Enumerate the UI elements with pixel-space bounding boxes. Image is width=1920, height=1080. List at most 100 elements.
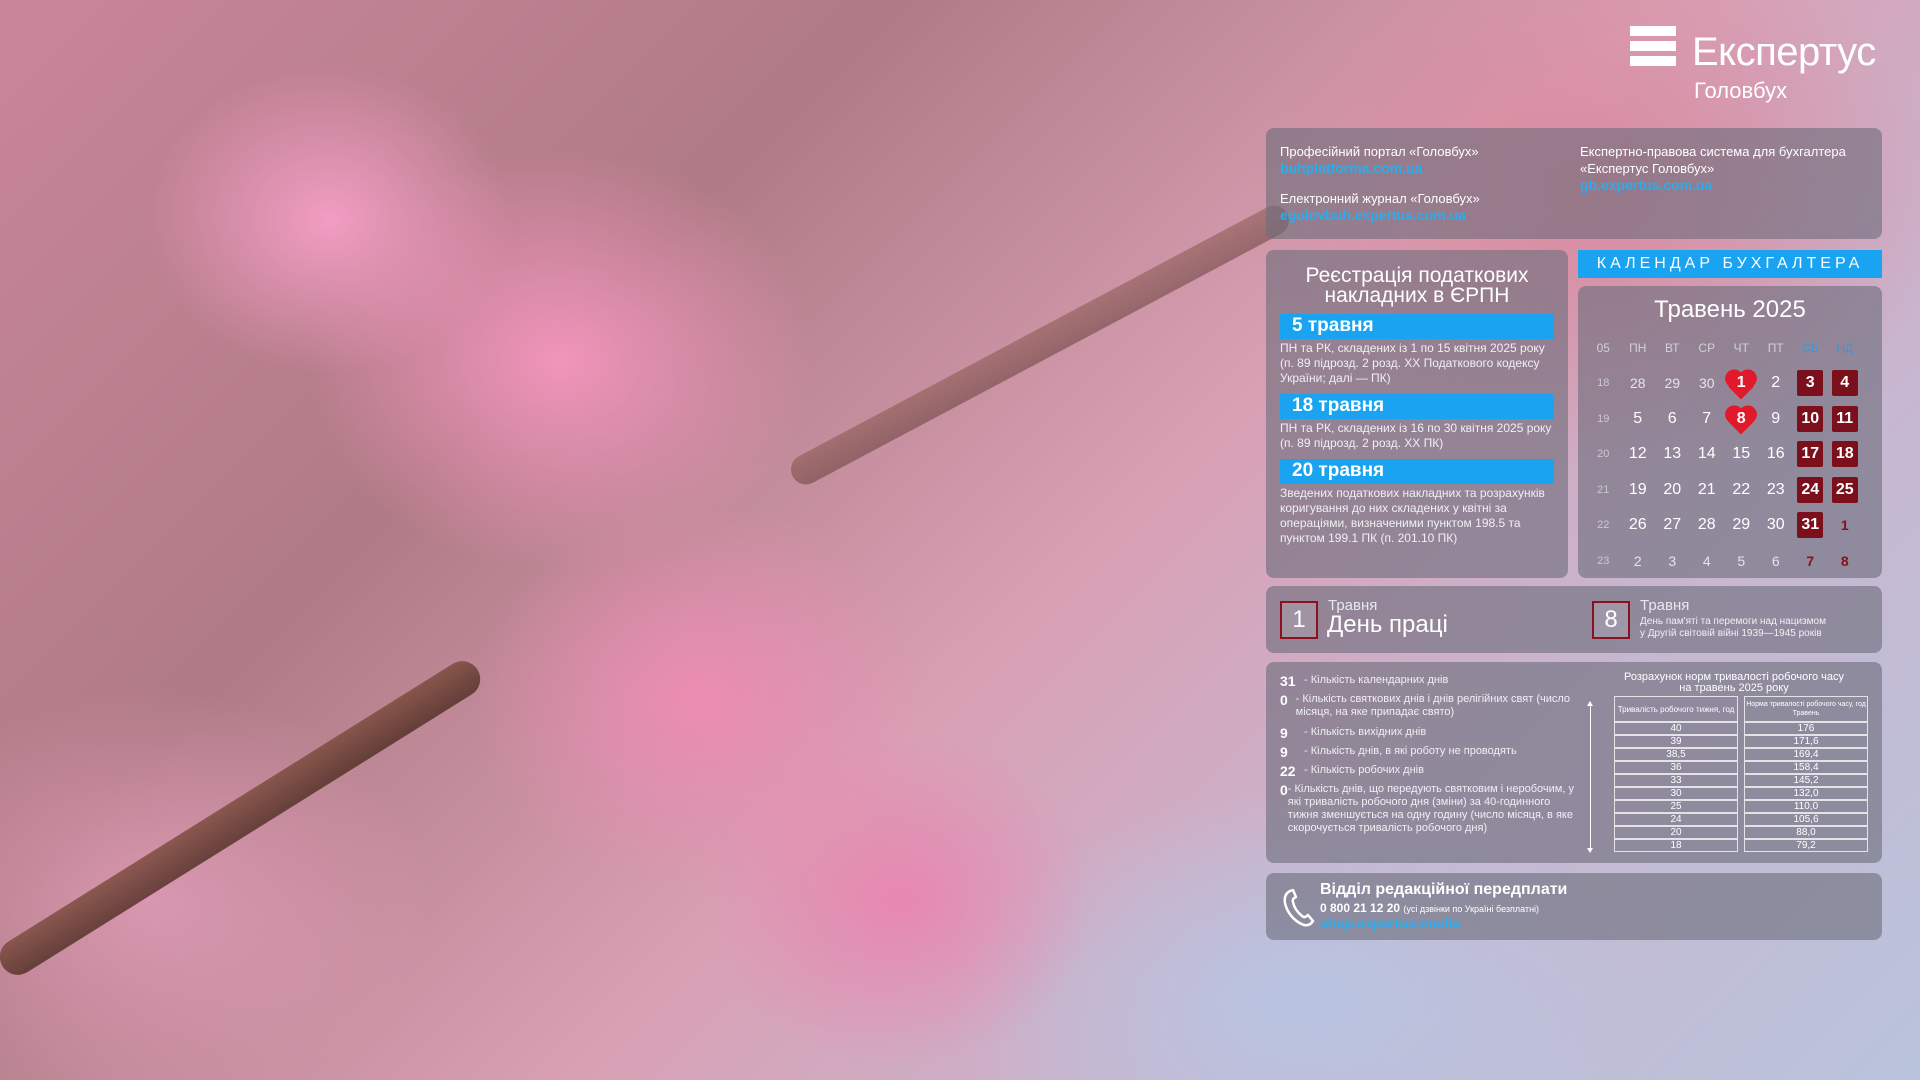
calendar-day[interactable]: 27 [1655,511,1690,539]
calendar-day[interactable]: 28 [1621,369,1656,397]
calendar-day-header: ПН [1629,340,1647,355]
norms-col-header-month: Травень [1792,710,1820,717]
norms-row: 33 145,2 [1614,774,1868,787]
norms-row: 20 88,0 [1614,826,1868,839]
calendar-day-number: 1 [1736,374,1746,392]
holiday-name: День праці [1327,611,1448,638]
norms-row: 30 132,0 [1614,787,1868,800]
phone-number[interactable]: 0 800 21 12 20 [1320,901,1400,915]
calendar-day[interactable]: 29 [1724,511,1759,539]
norms-value-cell: 158,4 [1744,761,1868,774]
calendar-day[interactable]: 20 [1655,476,1690,504]
calendar-day[interactable]: 30 [1690,369,1725,397]
calendar-day[interactable]: 16 [1759,440,1794,468]
calendar-day[interactable]: 28 [1690,511,1725,539]
calendar-weekend-day[interactable]: 8 [1828,547,1863,575]
stat-number: 31 [1280,673,1296,689]
calendar-week-number: 20 [1597,448,1610,461]
calendar-day[interactable]: 23 [1759,476,1794,504]
calendar-day[interactable]: 21 [1690,476,1725,504]
calendar-day[interactable]: 26 [1621,511,1656,539]
registration-item: 18 травня ПН та РК, складених із 16 по 3… [1266,394,1568,451]
norms-hours-cell: 36 [1614,761,1738,774]
norms-row: 18 79,2 [1614,839,1868,852]
calendar-day[interactable]: 5 [1621,405,1656,433]
stat-text: - Кількість робочих днів [1304,764,1424,776]
norms-arrow-icon [1587,701,1593,853]
brand-title: Експертус [1692,30,1876,74]
norms-row: 25 110,0 [1614,800,1868,813]
calendar-day[interactable]: 13 [1655,440,1690,468]
calendar-day[interactable]: 4 [1690,547,1725,575]
logo-bars-icon [1630,26,1676,71]
calendar-day-number: 4 [1831,370,1858,397]
norms-value-cell: 145,2 [1744,774,1868,787]
calendar-weekend-day[interactable]: 24 [1793,476,1828,504]
calendar-day[interactable]: 9 [1759,405,1794,433]
calendar-day[interactable]: 19 [1621,476,1656,504]
system-link[interactable]: gb.expertus.com.ua [1580,177,1846,194]
calendar-weekend-day[interactable]: 7 [1793,547,1828,575]
norms-hours-cell: 25 [1614,800,1738,813]
shop-link[interactable]: shop.expertus.media [1320,915,1460,931]
norms-value-cell: 169,4 [1744,748,1868,761]
stat-row: 31 - Кількість календарних днів [1280,673,1580,689]
calendar-day-number: 18 [1831,441,1858,468]
norms-value-cell: 79,2 [1744,839,1868,852]
portal-link[interactable]: buhplatforma.com.ua [1280,160,1479,177]
calendar-grid: 05 ПН ВТ СР ЧТ ПТ СБ НД 18 28 29 30 1 2 3 4 19 5 6 7 8 9 10 11 2… [1586,330,1876,579]
registration-item: 5 травня ПН та РК, складених із 1 по 15 … [1266,314,1568,386]
stat-text: - Кількість святкових днів і днів релігі… [1295,693,1571,718]
norms-value-cell: 132,0 [1744,787,1868,800]
calendar-weekend-day[interactable]: 3 [1793,369,1828,397]
calendar-day-header: ПТ [1767,340,1784,355]
calendar-banner: КАЛЕНДАР БУХГАЛТЕРА [1578,250,1882,278]
calendar-day[interactable]: 6 [1759,547,1794,575]
calendar-weekend-day[interactable]: 4 [1828,369,1863,397]
calendar-day[interactable]: 30 [1759,511,1794,539]
registration-item: 20 травня Зведених податкових накладних … [1266,459,1568,546]
calendar-weekend-day[interactable]: 10 [1793,405,1828,433]
calendar-day[interactable]: 5 [1724,547,1759,575]
calendar-week-number: 21 [1597,483,1610,496]
calendar-day[interactable]: 14 [1690,440,1725,468]
calendar-day[interactable]: 15 [1724,440,1759,468]
brand-logo: Експертус Головбух [1630,24,1880,104]
calendar-day[interactable]: 6 [1655,405,1690,433]
calendar-holiday-day[interactable]: 8 [1724,405,1759,433]
phone-note: (усі дзвінки по Україні безплатні) [1403,904,1540,914]
calendar-day[interactable]: 7 [1690,405,1725,433]
brand-subtitle: Головбух [1694,78,1788,103]
calendar-weekend-day[interactable]: 18 [1828,440,1863,468]
journal-label: Електронний журнал «Головбух» [1280,191,1480,206]
calendar-weekend-day[interactable]: 11 [1828,405,1863,433]
norms-row: 38,5 169,4 [1614,748,1868,761]
holiday-name: День пам'яті та перемоги над нацизмом [1640,616,1826,627]
calendar-day[interactable]: 12 [1621,440,1656,468]
norms-value-cell: 88,0 [1744,826,1868,839]
norms-value-cell: 110,0 [1744,800,1868,813]
stat-row: 0 - Кількість святкових днів і днів релі… [1280,692,1580,719]
calendar-day[interactable]: 22 [1724,476,1759,504]
journal-link[interactable]: egolovbuh.expertus.com.ua [1280,207,1480,224]
calendar-day-number: 10 [1797,405,1824,432]
subscription-phone: 0 800 21 12 20 (усі дзвінки по Україні б… [1320,901,1539,915]
calendar-weekend-day[interactable]: 17 [1793,440,1828,468]
calendar-day[interactable]: 2 [1759,369,1794,397]
calendar-week-row: 20 12 13 14 15 16 17 18 [1586,437,1876,473]
calendar-day[interactable]: 29 [1655,369,1690,397]
stat-text: - Кількість днів, що передують святковим… [1287,783,1574,834]
calendar-weekend-day[interactable]: 31 [1793,511,1828,539]
calendar-day-header: СР [1698,340,1716,355]
calendar-weekend-day[interactable]: 1 [1828,511,1863,539]
calendar-holiday-day[interactable]: 1 [1724,369,1759,397]
norms-title: Розрахунок норм тривалості робочого часу… [1604,672,1864,694]
holiday-day-box: 1 [1280,601,1318,639]
stat-number: 0 [1280,782,1288,798]
calendar-week-number: 23 [1597,554,1610,567]
calendar-day[interactable]: 3 [1655,547,1690,575]
calendar-weekend-day[interactable]: 25 [1828,476,1863,504]
calendar-day[interactable]: 2 [1621,547,1656,575]
calendar-day-number: 24 [1797,476,1824,503]
calendar-week-row: 19 5 6 7 8 9 10 11 [1586,401,1876,437]
